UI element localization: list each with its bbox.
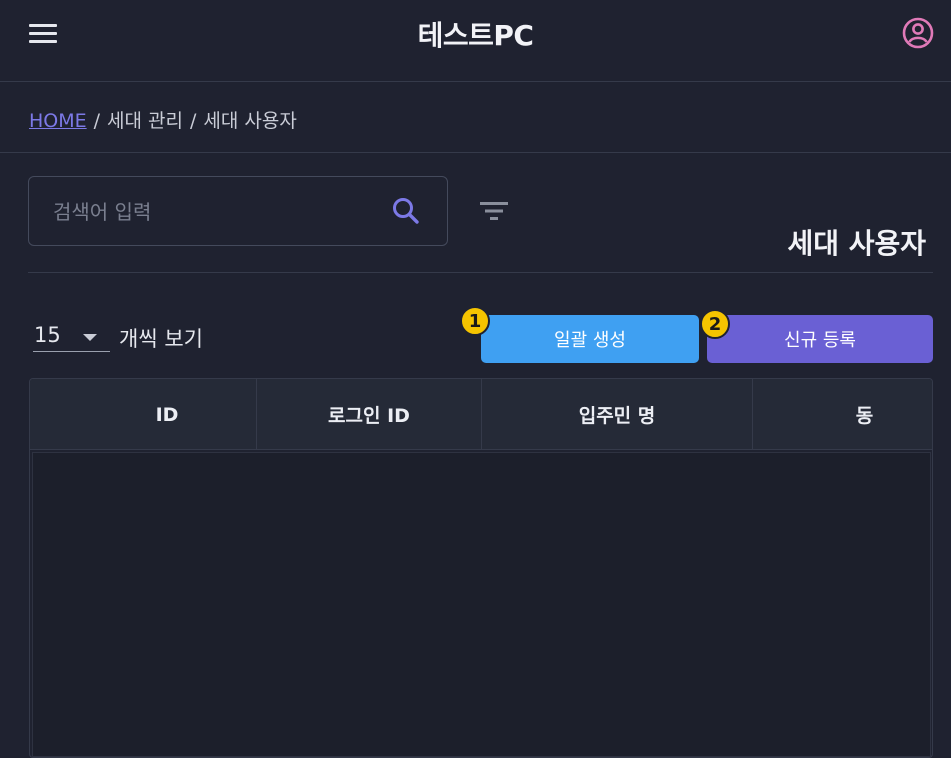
search-box [28, 176, 448, 246]
column-header-id[interactable]: ID [30, 379, 257, 450]
app-bar: 테스트PC [0, 0, 951, 82]
step-badge-1: 1 [460, 306, 490, 336]
column-header-resident-name[interactable]: 입주민 명 [482, 379, 753, 450]
table-header: ID 로그인 ID 입주민 명 동 [30, 379, 932, 450]
search-icon[interactable] [389, 194, 423, 228]
page-size-select[interactable]: 15 [33, 320, 110, 352]
breadcrumb-home-link[interactable]: HOME [29, 110, 87, 132]
table-body [32, 452, 931, 757]
page-size-value: 15 [34, 323, 61, 347]
search-input[interactable] [53, 197, 383, 227]
breadcrumb: HOME / 세대 관리 / 세대 사용자 [29, 106, 297, 133]
divider [28, 272, 933, 273]
column-header-login-id[interactable]: 로그인 ID [257, 379, 482, 450]
filter-icon[interactable] [478, 197, 510, 225]
chevron-down-icon [83, 334, 97, 341]
breadcrumb-bar: HOME / 세대 관리 / 세대 사용자 [0, 83, 951, 153]
bulk-create-button[interactable]: 일괄 생성 [481, 315, 699, 363]
users-table: ID 로그인 ID 입주민 명 동 [29, 378, 933, 758]
breadcrumb-separator: / [190, 110, 197, 132]
breadcrumb-level1: 세대 관리 [107, 110, 184, 132]
breadcrumb-separator: / [93, 110, 101, 132]
app-title: 테스트PC [417, 19, 534, 52]
page-size-label: 개씩 보기 [119, 327, 203, 351]
page-title: 세대 사용자 [787, 227, 926, 260]
column-header-building[interactable]: 동 [753, 379, 932, 450]
new-register-button[interactable]: 신규 등록 [707, 315, 933, 363]
step-badge-2: 2 [700, 309, 730, 339]
breadcrumb-level2: 세대 사용자 [203, 110, 297, 132]
user-circle-icon[interactable] [901, 16, 935, 50]
